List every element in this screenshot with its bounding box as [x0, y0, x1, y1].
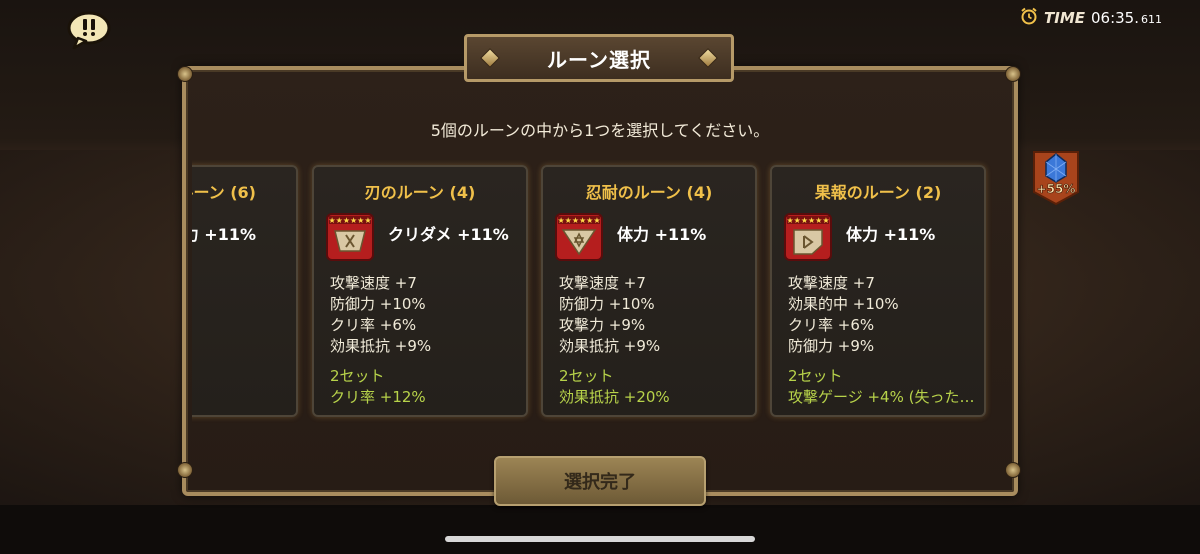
substat: 攻撃速度 +7: [330, 274, 417, 292]
substat: 効果抵抗 +9%: [559, 337, 661, 355]
set-bonus: 攻撃ゲージ +4% (失った…: [788, 388, 975, 406]
instruction-text: 5個のルーンの中から1つを選択してください。: [430, 121, 770, 140]
substat: 攻撃速度 +7: [788, 274, 875, 292]
bonus-crystal-badge[interactable]: +55%: [1030, 148, 1082, 206]
alarm-clock-icon: [1020, 7, 1038, 29]
rune-card-name: 忍耐のルーン (4): [585, 183, 713, 202]
diamond-ornament-icon: [480, 48, 500, 68]
timer-milliseconds: 611: [1141, 13, 1162, 26]
set-bonus: クリ率 +12%: [330, 388, 426, 406]
rune-card-name: ルーン (6): [192, 183, 256, 202]
confirm-selection-button[interactable]: 選択完了: [494, 456, 706, 506]
rune-card[interactable]: 刃のルーン (4) ★★★★★★ クリダメ +11% 攻撃速度 +7 防御力 +…: [312, 165, 528, 417]
substat: クリ率 +6%: [788, 316, 875, 334]
dialog-title-plate: ルーン選択: [464, 34, 734, 82]
panel-corner-rivet: [1005, 462, 1021, 478]
rune-card-name: 果報のルーン (2): [814, 183, 942, 202]
background-floor: [0, 505, 1200, 554]
rune-main-stat: 体力 +11%: [617, 225, 707, 244]
substat: 防御力 +10%: [330, 295, 426, 313]
svg-text:★★★★★★: ★★★★★★: [557, 216, 600, 225]
substat: 防御力 +10%: [559, 295, 655, 313]
revenge-rune-icon: ★★★★★★: [784, 213, 832, 261]
rune-card[interactable]: ルーン (6) 力 +11%: [192, 165, 298, 417]
substat: 防御力 +9%: [788, 337, 875, 355]
alert-bubble-icon[interactable]: [66, 10, 112, 50]
rune-main-stat: 体力 +11%: [846, 225, 936, 244]
timer: TIME 06:35. 611: [1020, 7, 1162, 29]
rune-card-carousel[interactable]: ルーン (6) 力 +11% 刃のルーン (4) ★★★★★★ クリダメ +11…: [192, 160, 1008, 425]
blade-rune-icon: ★★★★★★: [326, 213, 374, 261]
substat: 効果的中 +10%: [788, 295, 899, 313]
rune-substats: 攻撃速度 +7 防御力 +10% 攻撃力 +9% 効果抵抗 +9%: [559, 273, 660, 357]
set-header: 2セット: [559, 367, 614, 385]
substat: 攻撃力 +9%: [559, 316, 646, 334]
rune-card[interactable]: 果報のルーン (2) ★★★★★★ 体力 +11% 攻撃速度 +7 効果的中 +…: [770, 165, 986, 417]
panel-corner-rivet: [177, 462, 193, 478]
substat: 効果抵抗 +9%: [330, 337, 432, 355]
dialog-title: ルーン選択: [547, 47, 651, 72]
bonus-badge-text: +55%: [1037, 182, 1076, 196]
svg-text:★★★★★★: ★★★★★★: [328, 216, 371, 225]
panel-corner-rivet: [177, 66, 193, 82]
rune-card[interactable]: 忍耐のルーン (4) ★★★★★★ 体力 +11% 攻撃速度 +7 防御力 +1…: [541, 165, 757, 417]
set-header: 2セット: [330, 367, 385, 385]
diamond-ornament-icon: [698, 48, 718, 68]
set-header: 2セット: [788, 367, 843, 385]
timer-value: 06:35.: [1091, 9, 1139, 27]
substat: クリ率 +6%: [330, 316, 417, 334]
substat: 攻撃速度 +7: [559, 274, 646, 292]
set-bonus: 効果抵抗 +20%: [559, 388, 670, 406]
endure-rune-icon: ★★★★★★: [555, 213, 603, 261]
rune-main-stat: 力 +11%: [192, 225, 256, 244]
rune-card-name: 刃のルーン (4): [364, 183, 476, 202]
rune-main-stat: クリダメ +11%: [388, 225, 509, 244]
rune-substats: 攻撃速度 +7 効果的中 +10% クリ率 +6% 防御力 +9%: [788, 273, 899, 357]
svg-text:★★★★★★: ★★★★★★: [786, 216, 829, 225]
timer-label: TIME: [1044, 9, 1085, 27]
panel-corner-rivet: [1005, 66, 1021, 82]
rune-substats: 攻撃速度 +7 防御力 +10% クリ率 +6% 効果抵抗 +9%: [330, 273, 431, 357]
home-indicator[interactable]: [445, 536, 755, 542]
